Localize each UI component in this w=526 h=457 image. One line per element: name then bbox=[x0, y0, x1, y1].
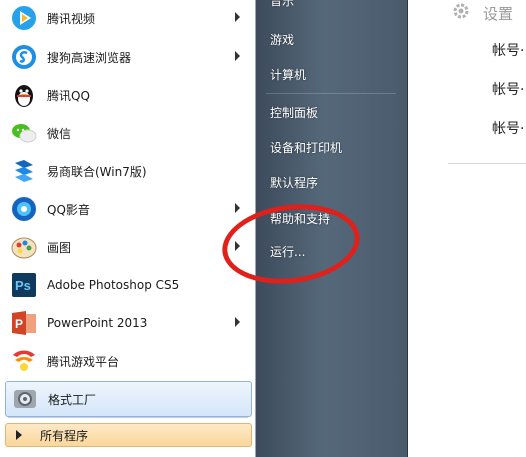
submenu-arrow-icon bbox=[235, 203, 240, 213]
right-pane-control-panel[interactable]: 控制面板 bbox=[270, 104, 318, 121]
svg-text:P: P bbox=[15, 317, 23, 331]
program-list-panel: 腾讯视频 搜狗高速浏览器 腾讯QQ 微信 易商联合(Win7版) QQ影音 画图… bbox=[0, 0, 256, 457]
program-label: 腾讯QQ bbox=[47, 88, 90, 103]
start-menu-right-pane: 音乐 游戏 计算机 控制面板 设备和打印机 默认程序 帮助和支持 运行... bbox=[256, 0, 408, 457]
program-item-qq[interactable]: 腾讯QQ bbox=[5, 77, 252, 113]
submenu-arrow-icon bbox=[235, 317, 240, 327]
program-item-qq-player[interactable]: QQ影音 bbox=[5, 191, 252, 227]
program-label: 画图 bbox=[47, 240, 72, 255]
account-item[interactable]: 帐号· bbox=[492, 40, 524, 60]
program-label: 格式工厂 bbox=[48, 392, 97, 407]
program-label: QQ影音 bbox=[47, 202, 90, 217]
program-item-tencent-games[interactable]: 腾讯游戏平台 bbox=[5, 343, 252, 379]
right-pane-run[interactable]: 运行... bbox=[270, 243, 305, 260]
format-factory-icon bbox=[10, 384, 40, 414]
right-pane-devices-printers[interactable]: 设备和打印机 bbox=[270, 139, 342, 156]
program-item-paint[interactable]: 画图 bbox=[5, 229, 252, 265]
program-label: Adobe Photoshop CS5 bbox=[47, 278, 180, 292]
powerpoint-icon: P bbox=[9, 308, 39, 338]
divider bbox=[448, 163, 526, 164]
program-item-yishang[interactable]: 易商联合(Win7版) bbox=[5, 153, 252, 189]
right-pane-games[interactable]: 游戏 bbox=[270, 31, 294, 48]
sogou-browser-icon bbox=[9, 42, 39, 72]
all-programs-label: 所有程序 bbox=[40, 428, 89, 443]
wechat-icon bbox=[9, 118, 39, 148]
program-item-wechat[interactable]: 微信 bbox=[5, 115, 252, 151]
right-pane-computer[interactable]: 计算机 bbox=[270, 66, 306, 83]
program-label: 易商联合(Win7版) bbox=[47, 164, 147, 179]
right-pane-music[interactable]: 音乐 bbox=[270, 0, 294, 9]
divider bbox=[266, 93, 396, 94]
program-label: 腾讯游戏平台 bbox=[47, 354, 120, 369]
program-item-tencent-video[interactable]: 腾讯视频 bbox=[5, 0, 252, 36]
program-item-format-factory[interactable]: 格式工厂 bbox=[5, 381, 252, 417]
program-label: 微信 bbox=[47, 126, 72, 141]
divider bbox=[8, 417, 248, 418]
yishang-icon bbox=[9, 156, 39, 186]
qq-penguin-icon bbox=[9, 80, 39, 110]
svg-text:Ps: Ps bbox=[15, 278, 31, 293]
program-item-powerpoint[interactable]: P PowerPoint 2013 bbox=[5, 305, 252, 341]
program-item-sogou-browser[interactable]: 搜狗高速浏览器 bbox=[5, 39, 252, 75]
photoshop-icon: Ps bbox=[9, 270, 39, 300]
tencent-video-icon bbox=[9, 3, 39, 33]
program-label: PowerPoint 2013 bbox=[47, 316, 148, 330]
settings-window: 设置 帐号· 帐号· 帐号· bbox=[408, 0, 526, 457]
tencent-games-icon bbox=[9, 346, 39, 376]
all-programs-button[interactable]: 所有程序 bbox=[5, 423, 252, 447]
gear-icon bbox=[452, 2, 470, 24]
submenu-arrow-icon bbox=[235, 51, 240, 61]
program-label: 搜狗高速浏览器 bbox=[47, 50, 132, 65]
submenu-arrow-icon bbox=[235, 241, 240, 251]
right-pane-default-programs[interactable]: 默认程序 bbox=[270, 174, 318, 191]
program-item-photoshop[interactable]: Ps Adobe Photoshop CS5 bbox=[5, 267, 252, 303]
account-item[interactable]: 帐号· bbox=[492, 79, 524, 99]
triangle-right-icon bbox=[16, 430, 22, 440]
settings-title: 设置 bbox=[483, 5, 514, 23]
submenu-arrow-icon bbox=[235, 12, 240, 22]
qq-player-icon bbox=[9, 194, 39, 224]
paint-icon bbox=[9, 232, 39, 262]
account-item[interactable]: 帐号· bbox=[492, 118, 524, 138]
right-pane-help-support[interactable]: 帮助和支持 bbox=[270, 210, 330, 227]
program-label: 腾讯视频 bbox=[47, 11, 96, 26]
